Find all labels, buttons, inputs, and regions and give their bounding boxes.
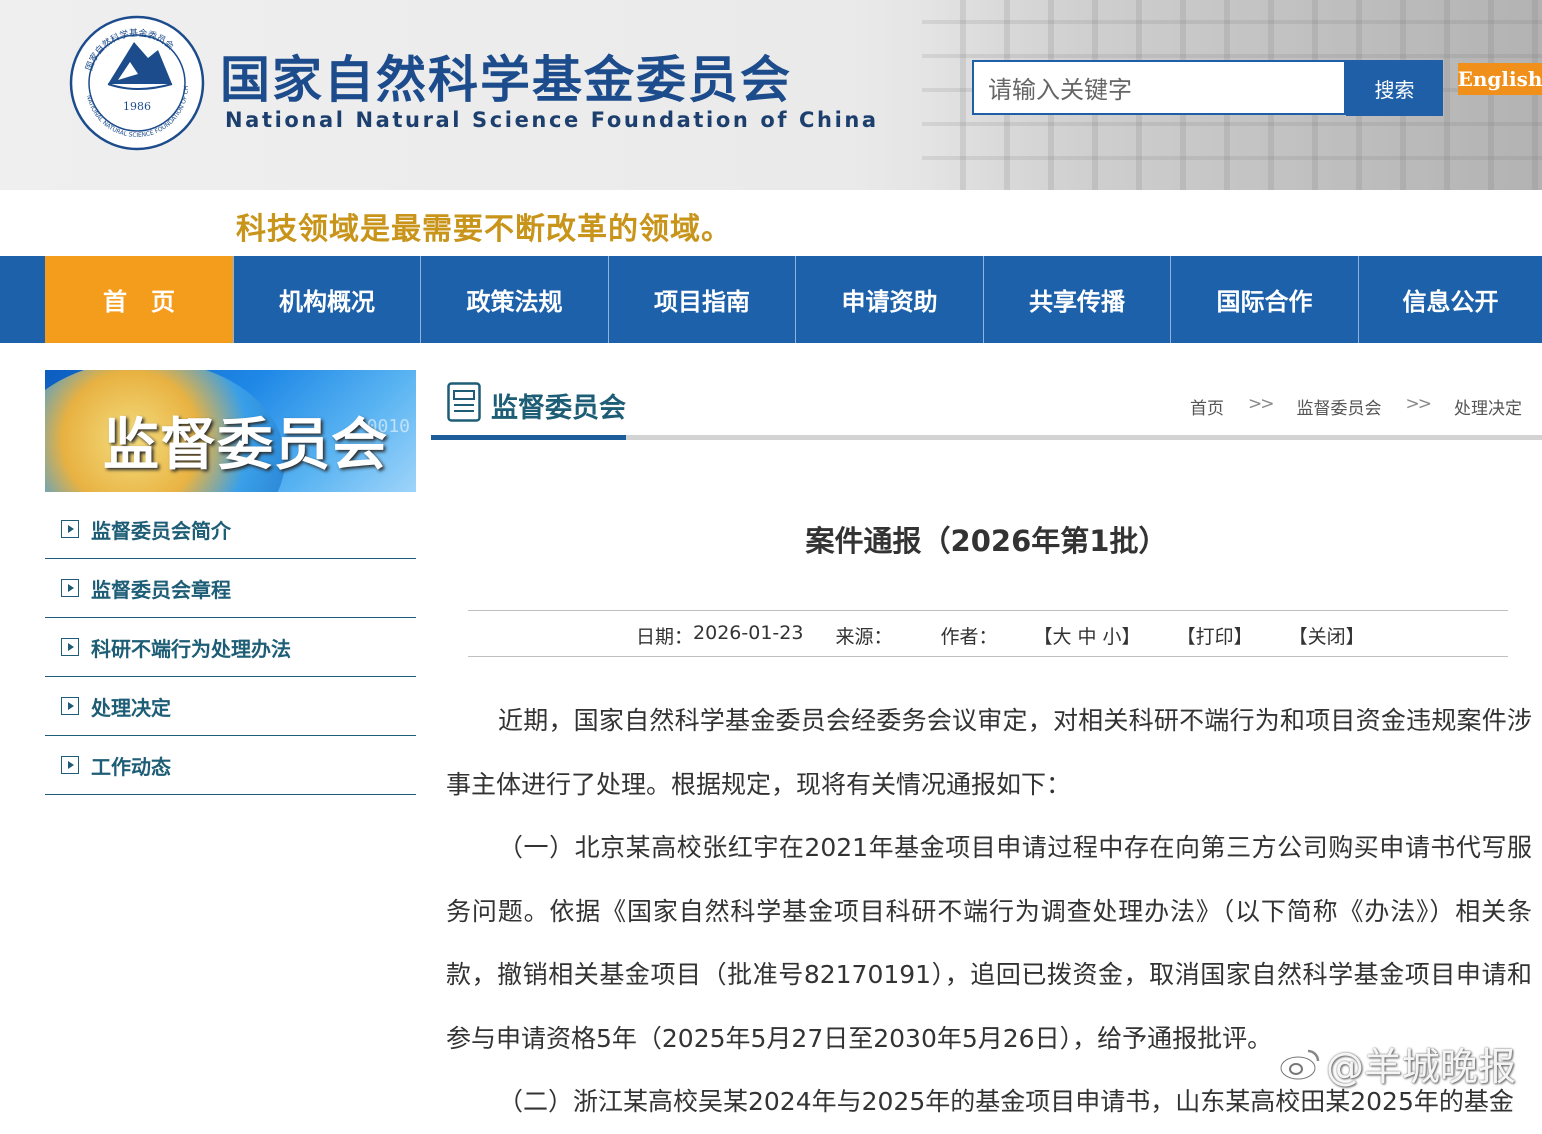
site-title-en: National Natural Science Foundation of C… xyxy=(225,108,879,132)
svg-text:1986: 1986 xyxy=(123,100,151,113)
arrow-right-icon xyxy=(61,756,79,774)
search-button[interactable]: 搜索 xyxy=(1346,60,1443,116)
slogan: 科技领域是最需要不断改革的领域。 xyxy=(236,212,732,247)
breadcrumb-separator: >> xyxy=(1405,394,1432,414)
meta-divider-top xyxy=(468,610,1508,611)
sidebar-item-label: 监督委员会章程 xyxy=(91,577,231,602)
article-paragraph: 近期，国家自然科学基金委员会经委务会议审定，对相关科研不端行为和项目资金违规案件… xyxy=(446,706,1532,799)
document-icon xyxy=(447,382,481,422)
nav-international[interactable]: 国际合作 xyxy=(1170,256,1358,343)
weibo-watermark: @羊城晚报 xyxy=(1278,1036,1516,1091)
watermark-text: @羊城晚报 xyxy=(1326,1045,1517,1089)
main-nav: 首 页 机构概况 政策法规 项目指南 申请资助 共享传播 国际合作 信息公开 xyxy=(0,256,1542,343)
section-divider-accent xyxy=(431,435,626,440)
breadcrumb-home[interactable]: 首页 xyxy=(1190,394,1224,419)
nav-about[interactable]: 机构概况 xyxy=(233,256,420,343)
breadcrumb: 首页 >> 监督委员会 >> 处理决定 xyxy=(1190,394,1522,419)
sidebar-banner: 0010 监督委员会 xyxy=(45,370,416,492)
arrow-right-icon xyxy=(61,579,79,597)
site-title-cn: 国家自然科学基金委员会 xyxy=(220,51,792,109)
sidebar-item-intro[interactable]: 监督委员会简介 xyxy=(45,500,416,559)
weibo-icon xyxy=(1279,1049,1320,1080)
sidebar-item-charter[interactable]: 监督委员会章程 xyxy=(45,559,416,618)
sidebar-item-label: 监督委员会简介 xyxy=(91,518,231,543)
sidebar-item-news[interactable]: 工作动态 xyxy=(45,736,416,795)
english-link[interactable]: English xyxy=(1458,63,1542,95)
article-paragraph: （一）北京某高校张红宇在2021年基金项目申请过程中存在向第三方公司购买申请书代… xyxy=(446,833,1532,1053)
date-value: 2026-01-23 xyxy=(693,622,804,644)
sidebar-menu: 监督委员会简介 监督委员会章程 科研不端行为处理办法 处理决定 工作动态 xyxy=(45,500,416,795)
sidebar-item-label: 科研不端行为处理办法 xyxy=(91,636,291,661)
nav-apply[interactable]: 申请资助 xyxy=(795,256,983,343)
nsfc-seal-logo[interactable]: 1986 国家自然科学基金委员会 NATIONAL NATURAL SCIENC… xyxy=(68,14,206,152)
sidebar-item-misconduct-rules[interactable]: 科研不端行为处理办法 xyxy=(45,618,416,677)
sidebar-item-label: 处理决定 xyxy=(91,695,171,720)
author-label: 作者： xyxy=(940,626,998,648)
section-title: 监督委员会 xyxy=(491,393,626,424)
site-header: 1986 国家自然科学基金委员会 NATIONAL NATURAL SCIENC… xyxy=(0,0,1542,190)
close-link[interactable]: 【关闭】 xyxy=(1289,622,1365,649)
nav-disclosure[interactable]: 信息公开 xyxy=(1358,256,1542,343)
date-label: 日期： xyxy=(636,626,694,648)
arrow-right-icon xyxy=(61,638,79,656)
nav-guide[interactable]: 项目指南 xyxy=(608,256,795,343)
article-meta: 日期： 2026-01-23 来源： 作者： 【大 中 小】 【打印】 【关闭】 xyxy=(636,622,1365,649)
breadcrumb-decisions[interactable]: 处理决定 xyxy=(1454,394,1522,419)
breadcrumb-committee[interactable]: 监督委员会 xyxy=(1297,394,1382,419)
sidebar-item-label: 工作动态 xyxy=(91,754,171,779)
search-placeholder: 请输入关键字 xyxy=(988,76,1132,104)
breadcrumb-separator: >> xyxy=(1248,394,1274,414)
nav-policy[interactable]: 政策法规 xyxy=(420,256,608,343)
font-size-links[interactable]: 【大 中 小】 xyxy=(1033,622,1140,649)
banner-title: 监督委员会 xyxy=(103,413,388,478)
print-link[interactable]: 【打印】 xyxy=(1177,622,1253,649)
sidebar-item-decisions[interactable]: 处理决定 xyxy=(45,677,416,736)
nav-share[interactable]: 共享传播 xyxy=(983,256,1170,343)
nav-home[interactable]: 首 页 xyxy=(45,256,233,343)
article-title: 案件通报（2026年第1批） xyxy=(805,524,1168,558)
arrow-right-icon xyxy=(61,697,79,715)
arrow-right-icon xyxy=(61,520,79,538)
search-input[interactable]: 请输入关键字 xyxy=(972,60,1346,115)
section-header: 监督委员会 首页 >> 监督委员会 >> 处理决定 xyxy=(431,372,1542,442)
source-label: 来源： xyxy=(835,626,893,648)
meta-divider-bottom xyxy=(468,656,1508,657)
